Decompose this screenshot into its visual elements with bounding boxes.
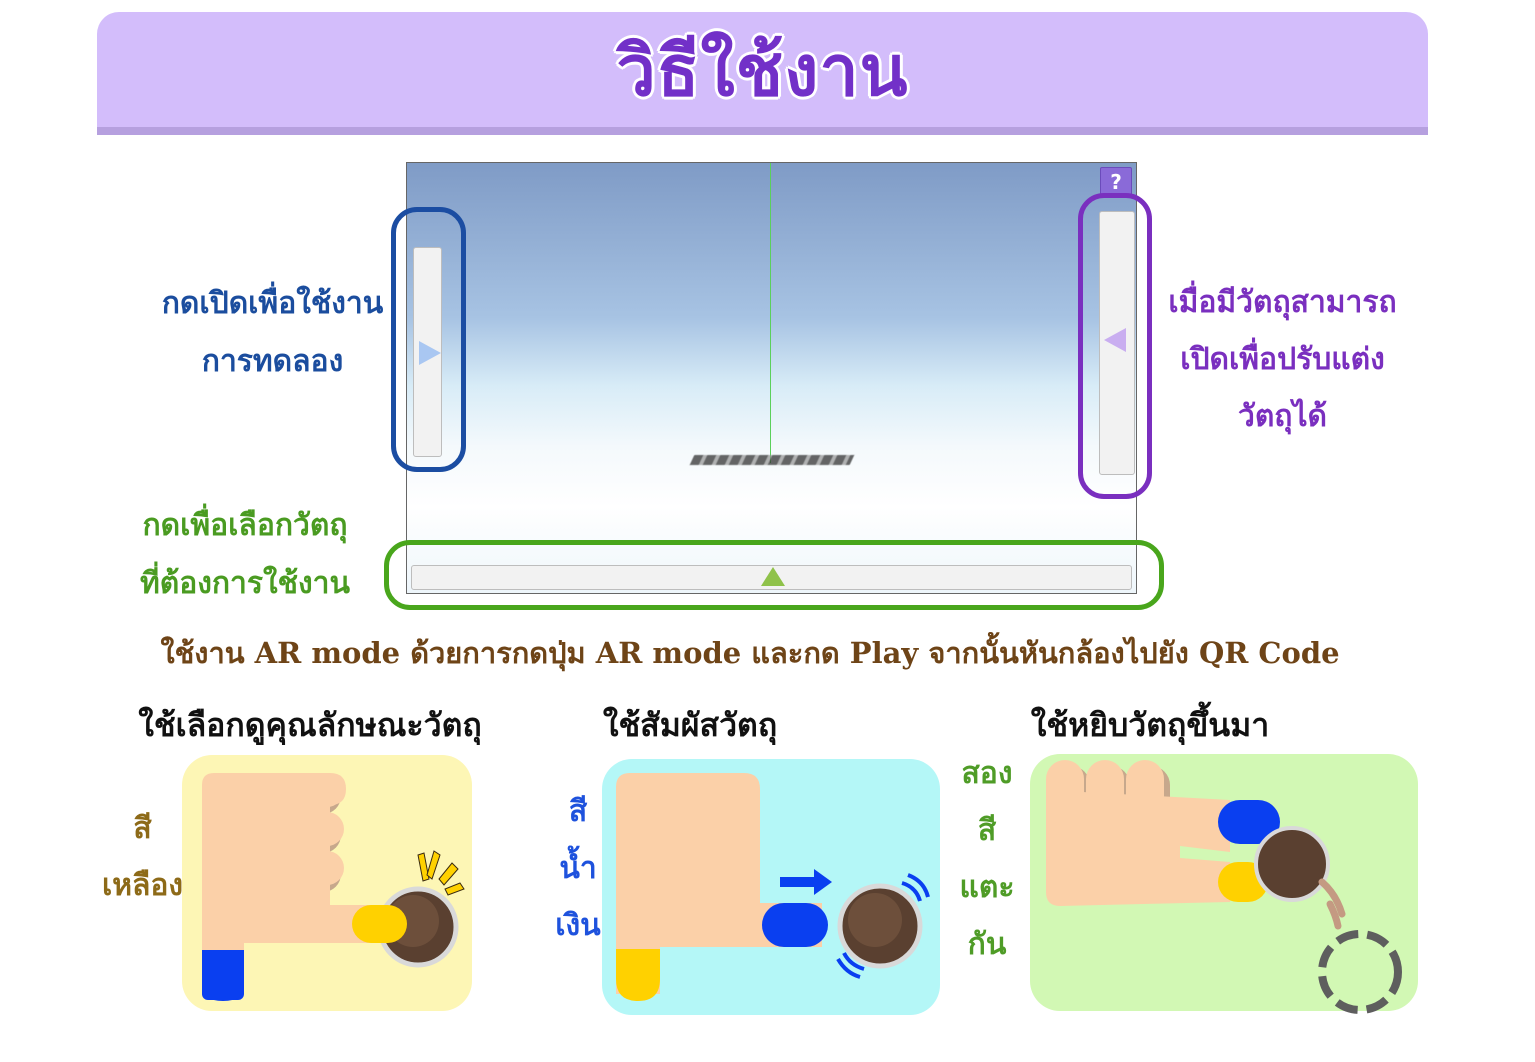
app-preview-screenshot: ? xyxy=(406,162,1137,594)
hand-pickup-illustration xyxy=(1046,760,1402,1014)
mode-title-touch: ใช้สัมผัสวัตถุ xyxy=(602,706,778,744)
highlight-bottom-panel xyxy=(384,540,1164,610)
callout-bottom-panel: กดเพื่อเลือกวัตถุ ที่ต้องการใช้งาน xyxy=(130,497,360,613)
header-divider xyxy=(97,127,1428,135)
label-line: น้ำ xyxy=(559,851,597,886)
callout-left-panel: กดเปิดเพื่อใช้งาน การทดลอง xyxy=(150,275,395,391)
label-line: เหลือง xyxy=(101,868,184,903)
label-line: กัน xyxy=(967,927,1007,962)
mode-title-pickup: ใช้หยิบวัตถุขึ้นมา xyxy=(1030,706,1270,744)
callout-line: ที่ต้องการใช้งาน xyxy=(139,566,351,601)
yellow-thumb xyxy=(616,949,660,1001)
motion-trail xyxy=(1318,878,1346,930)
callout-line: เมื่อมีวัตถุสามารถ xyxy=(1168,285,1397,320)
hand-inspect-illustration xyxy=(202,773,465,1001)
mode-card-pickup xyxy=(1030,754,1418,1014)
callout-line: วัตถุได้ xyxy=(1237,399,1328,434)
target-ring-icon xyxy=(1318,930,1402,1014)
ar-mode-instruction: ใช้งาน AR mode ด้วยการกดปุ่ม AR mode และ… xyxy=(160,636,1340,670)
header-banner: วิธีใช้งาน xyxy=(97,12,1428,135)
label-line: เงิน xyxy=(555,908,601,943)
color-label-blue: สี น้ำ เงิน xyxy=(548,783,608,954)
label-line: สี xyxy=(977,813,997,848)
color-label-two-colors: สอง สี แตะ กัน xyxy=(956,745,1018,973)
highlight-left-panel xyxy=(391,207,466,472)
label-line: สอง xyxy=(961,756,1013,791)
callout-line: เปิดเพื่อปรับแต่ง xyxy=(1180,342,1385,377)
yellow-finger xyxy=(352,905,407,943)
page-title: วิธีใช้งาน xyxy=(616,29,909,112)
highlight-right-panel xyxy=(1078,193,1152,499)
label-line: แตะ xyxy=(959,870,1015,905)
mode-card-inspect xyxy=(182,755,472,1011)
scene-axis-line xyxy=(770,163,771,463)
color-label-yellow: สี เหลือง xyxy=(100,800,185,914)
scene-ground-marker xyxy=(689,455,855,465)
mode-card-touch xyxy=(602,759,940,1015)
hand-touch-illustration xyxy=(616,773,930,1001)
callout-line: การทดลอง xyxy=(201,344,344,379)
blue-finger xyxy=(762,903,828,947)
mode-title-inspect: ใช้เลือกดูคุณลักษณะวัตถุ xyxy=(138,706,482,744)
callout-right-panel: เมื่อมีวัตถุสามารถ เปิดเพื่อปรับแต่ง วัต… xyxy=(1160,274,1405,445)
label-line: สี xyxy=(133,811,152,846)
callout-line: กดเพื่อเลือกวัตถุ xyxy=(142,508,348,543)
callout-line: กดเปิดเพื่อใช้งาน xyxy=(161,286,384,321)
arrow-right-icon xyxy=(780,869,832,895)
label-line: สี xyxy=(568,794,588,829)
